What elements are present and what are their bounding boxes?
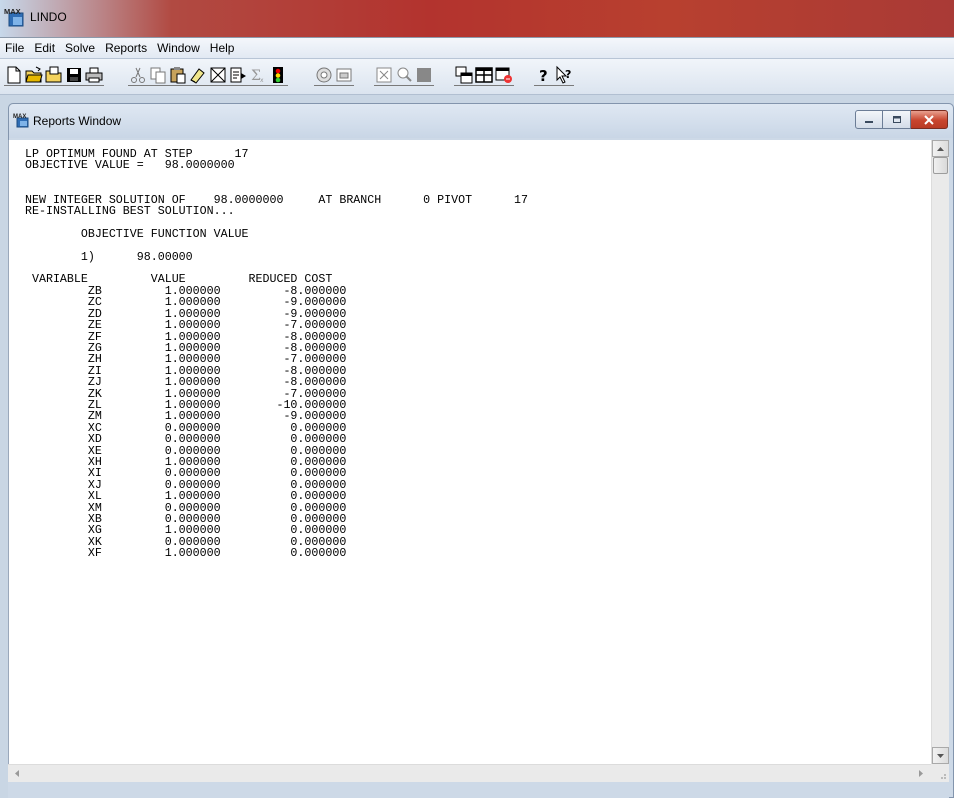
solve-icon[interactable] <box>268 65 288 85</box>
toolbar: Σx ? ? <box>0 59 954 95</box>
toolbar-group-separator <box>534 85 574 86</box>
toolbar-group-separator <box>314 85 354 86</box>
copy-icon[interactable] <box>148 65 168 85</box>
summation-icon[interactable]: Σx <box>248 65 268 85</box>
help-icon[interactable]: ? <box>534 65 554 85</box>
close-all-icon[interactable] <box>374 65 394 85</box>
report-output: LP OPTIMUM FOUND AT STEP 17 OBJECTIVE VA… <box>25 149 528 560</box>
close-icon <box>924 114 934 125</box>
menu-file[interactable]: File <box>0 41 29 55</box>
toolbar-group-separator <box>4 85 104 86</box>
scroll-down-button[interactable] <box>932 747 949 764</box>
menu-help[interactable]: Help <box>205 41 240 55</box>
child-icon-text: MAX <box>13 114 26 120</box>
reports-window-title: Reports Window <box>33 114 122 128</box>
find-icon[interactable] <box>208 65 228 85</box>
print-icon[interactable] <box>84 65 104 85</box>
paste-icon[interactable] <box>168 65 188 85</box>
scroll-left-button[interactable] <box>8 765 25 782</box>
tile-icon[interactable] <box>474 65 494 85</box>
chevron-down-icon <box>937 753 944 758</box>
resize-grip-icon <box>941 774 946 779</box>
clear-icon[interactable] <box>188 65 208 85</box>
lindo-max-icon: MAX <box>3 6 27 28</box>
svg-text:?: ? <box>539 67 548 85</box>
window-controls <box>855 110 948 129</box>
save-icon[interactable] <box>64 65 84 85</box>
open-file-icon[interactable] <box>24 65 44 85</box>
new-file-icon[interactable] <box>4 65 24 85</box>
minimize-button[interactable] <box>855 110 883 129</box>
app-title-bar[interactable]: MAX LINDO <box>0 0 954 38</box>
view-icon[interactable] <box>44 65 64 85</box>
menu-reports[interactable]: Reports <box>100 41 152 55</box>
app-icon-text: MAX <box>4 7 21 16</box>
report-text-area[interactable]: LP OPTIMUM FOUND AT STEP 17 OBJECTIVE VA… <box>8 140 931 764</box>
chevron-up-icon <box>937 146 944 151</box>
report-rows: ZB 1.000000 -8.000000 ZC 1.000000 -9.000… <box>87 283 347 561</box>
toolbar-group-separator <box>454 85 514 86</box>
svg-text:x: x <box>260 77 264 84</box>
scroll-right-button[interactable] <box>912 765 929 782</box>
cascade-icon[interactable] <box>454 65 474 85</box>
vertical-scrollbar[interactable] <box>931 140 949 764</box>
send-to-back-icon[interactable] <box>414 65 434 85</box>
compile-icon[interactable] <box>314 65 334 85</box>
vertical-scroll-thumb[interactable] <box>933 157 948 174</box>
reports-window-title-bar[interactable]: MAX Reports Window <box>9 104 953 138</box>
minimize-icon <box>865 120 873 123</box>
context-help-icon[interactable]: ? <box>554 65 574 85</box>
horizontal-scrollbar[interactable] <box>8 764 931 782</box>
chevron-left-icon <box>14 770 19 777</box>
close-button[interactable] <box>911 110 948 129</box>
size-grip[interactable] <box>931 764 949 782</box>
lindo-max-icon: MAX <box>13 112 31 128</box>
menu-edit[interactable]: Edit <box>29 41 60 55</box>
report-header: LP OPTIMUM FOUND AT STEP 17 OBJECTIVE VA… <box>25 147 528 264</box>
menu-bar: File Edit Solve Reports Window Help <box>0 38 954 59</box>
reports-window-bottom-border <box>8 782 949 798</box>
options-icon[interactable] <box>334 65 354 85</box>
title-icon[interactable] <box>494 65 514 85</box>
next-icon[interactable] <box>228 65 248 85</box>
svg-text:?: ? <box>565 68 571 81</box>
zoom-icon[interactable] <box>394 65 414 85</box>
restore-button[interactable] <box>883 110 911 129</box>
menu-window[interactable]: Window <box>152 41 205 55</box>
cut-icon[interactable] <box>128 65 148 85</box>
toolbar-group-separator <box>374 85 434 86</box>
toolbar-group-separator <box>128 85 288 86</box>
chevron-right-icon <box>918 770 923 777</box>
app-title: LINDO <box>30 10 67 24</box>
scroll-up-button[interactable] <box>932 140 949 157</box>
menu-solve[interactable]: Solve <box>60 41 100 55</box>
restore-icon <box>892 115 901 123</box>
